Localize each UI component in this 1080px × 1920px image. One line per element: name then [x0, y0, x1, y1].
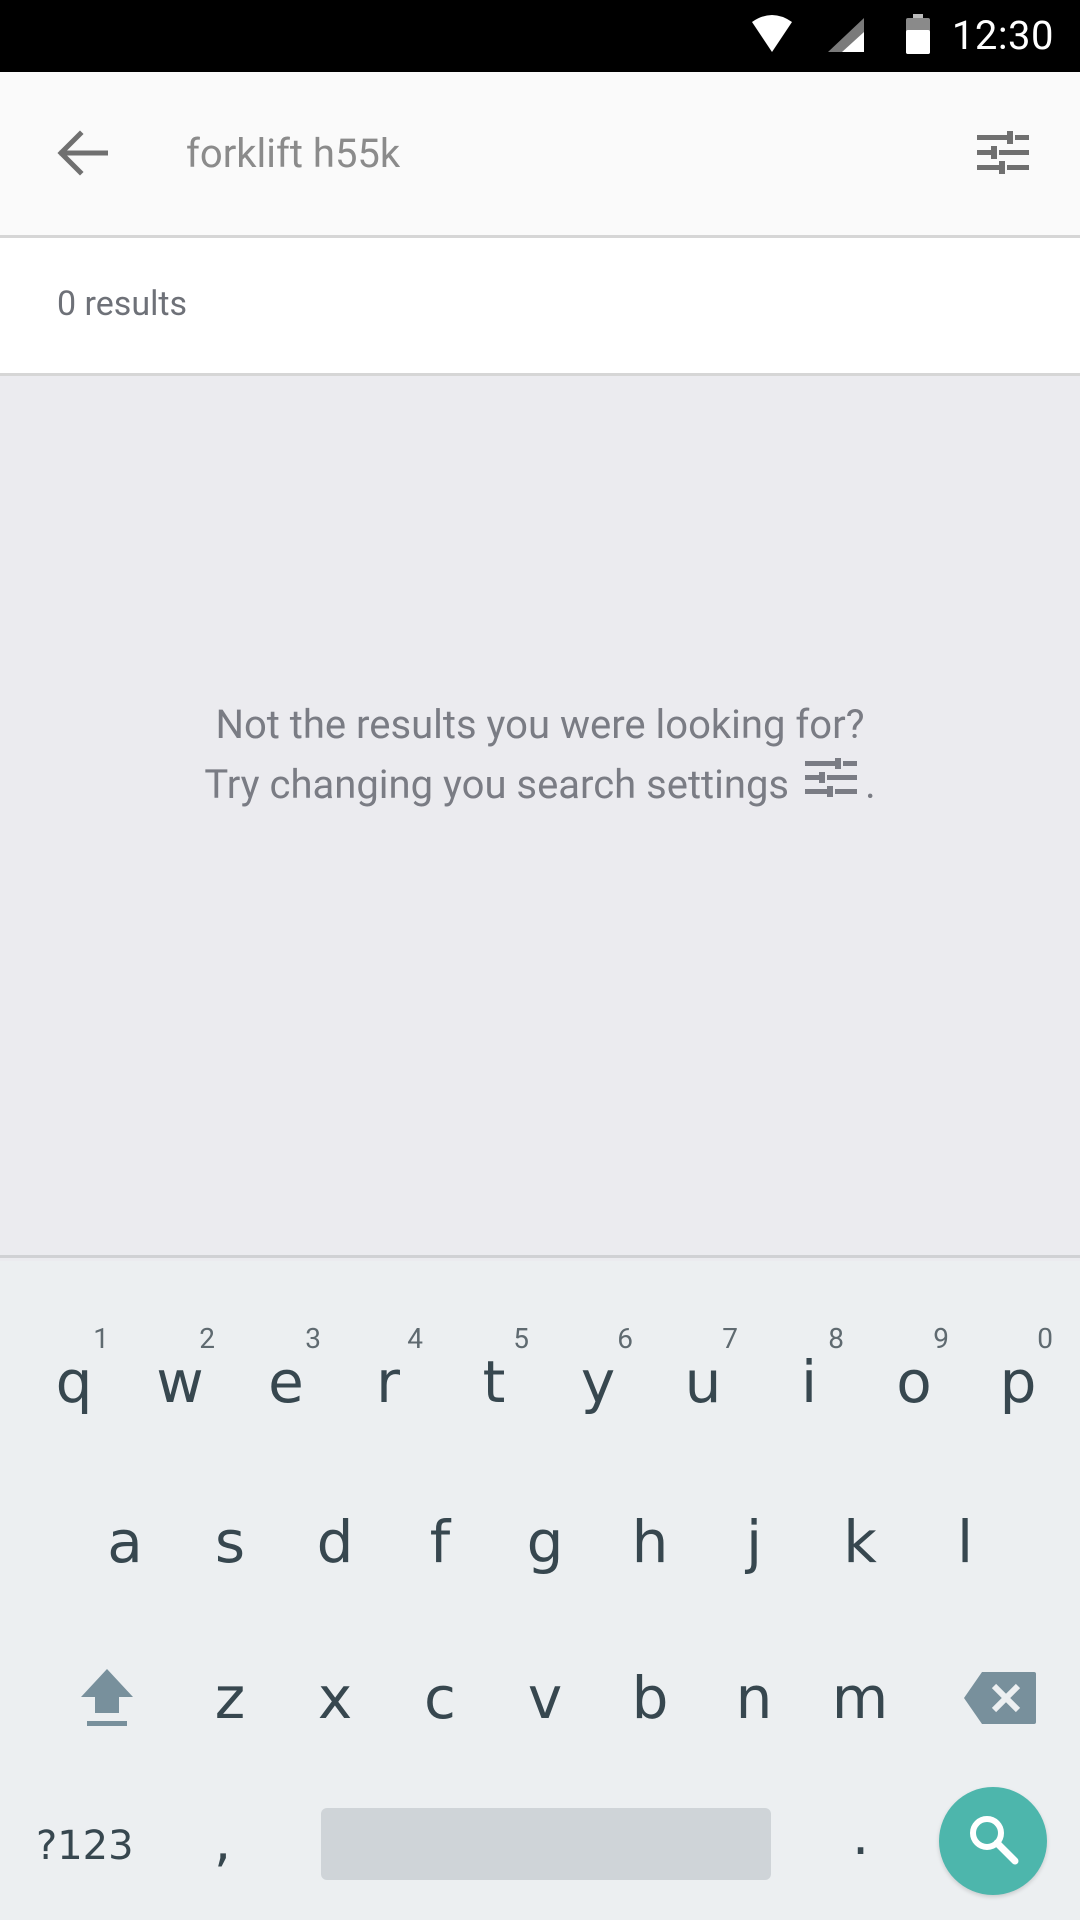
tune-filter-icon [803, 758, 859, 810]
key-letter: v [527, 1664, 563, 1732]
arrow-back-icon [56, 130, 109, 180]
key-j[interactable]: j [701, 1482, 807, 1612]
search-action-key[interactable] [939, 1787, 1047, 1895]
key-p[interactable]: 0p [965, 1312, 1071, 1442]
key-o[interactable]: 9o [861, 1312, 967, 1442]
key-letter: h [631, 1508, 669, 1576]
key-hint: 5 [513, 1322, 529, 1355]
key-l[interactable]: l [912, 1482, 1018, 1612]
key-e[interactable]: 3e [233, 1312, 339, 1442]
empty-state-hint-text: Try changing you search settings [204, 761, 790, 808]
key-letter: j [745, 1508, 763, 1576]
key-letter: l [956, 1508, 974, 1576]
key-x[interactable]: x [282, 1638, 388, 1768]
key-letter: n [735, 1664, 773, 1732]
key-z[interactable]: z [177, 1638, 283, 1768]
key-letter: o [896, 1348, 932, 1416]
filter-settings-button[interactable] [962, 116, 1044, 194]
period-key[interactable]: . [852, 1806, 869, 1866]
key-letter: f [429, 1508, 451, 1576]
key-r[interactable]: 4r [335, 1312, 441, 1442]
backspace-key[interactable] [944, 1660, 1056, 1740]
shift-key[interactable] [55, 1660, 159, 1740]
key-hint: 8 [828, 1322, 844, 1355]
key-letter: z [214, 1664, 246, 1732]
key-f[interactable]: f [387, 1482, 493, 1612]
key-w[interactable]: 2w [127, 1312, 233, 1442]
key-hint: 0 [1037, 1322, 1053, 1355]
search-icon [966, 1812, 1020, 1870]
key-letter: i [800, 1348, 818, 1416]
key-letter: b [631, 1664, 669, 1732]
key-letter: g [526, 1508, 564, 1576]
key-d[interactable]: d [282, 1482, 388, 1612]
key-hint: 3 [305, 1322, 321, 1355]
key-letter: q [55, 1348, 93, 1416]
search-query-text[interactable]: forklift h55k [186, 130, 400, 178]
key-hint: 6 [617, 1322, 633, 1355]
key-t[interactable]: 5t [441, 1312, 547, 1442]
key-letter: x [317, 1664, 353, 1732]
key-g[interactable]: g [492, 1482, 598, 1612]
empty-state: Not the results you were looking for? Tr… [0, 376, 1080, 1258]
key-k[interactable]: k [807, 1482, 913, 1612]
battery-icon [904, 14, 932, 60]
key-letter: k [843, 1508, 877, 1576]
key-i[interactable]: 8i [756, 1312, 862, 1442]
key-hint: 1 [93, 1322, 109, 1355]
key-q[interactable]: 1q [21, 1312, 127, 1442]
key-letter: p [999, 1348, 1037, 1416]
results-count: 0 results [57, 284, 188, 324]
key-a[interactable]: a [72, 1482, 178, 1612]
status-bar: 12:30 [0, 0, 1080, 72]
key-letter: d [316, 1508, 354, 1576]
key-hint: 4 [407, 1322, 423, 1355]
key-letter: e [268, 1348, 304, 1416]
key-hint: 7 [722, 1322, 738, 1355]
key-b[interactable]: b [597, 1638, 703, 1768]
key-letter: r [376, 1348, 400, 1416]
key-letter: m [831, 1664, 889, 1732]
status-time: 12:30 [951, 12, 1054, 59]
search-toolbar: forklift h55k [0, 72, 1080, 238]
key-hint: 9 [933, 1322, 949, 1355]
key-n[interactable]: n [701, 1638, 807, 1768]
empty-state-hint-period: . [865, 761, 876, 808]
key-v[interactable]: v [492, 1638, 598, 1768]
key-letter: y [580, 1348, 616, 1416]
results-bar: 0 results [0, 238, 1080, 376]
empty-state-hint: Try changing you search settings . [0, 758, 1080, 813]
shift-icon [79, 1667, 135, 1733]
cell-signal-icon [826, 16, 866, 58]
key-s[interactable]: s [177, 1482, 283, 1612]
key-m[interactable]: m [807, 1638, 913, 1768]
tune-filter-icon [975, 131, 1031, 179]
key-letter: w [156, 1348, 204, 1416]
key-letter: t [482, 1348, 506, 1416]
comma-key[interactable]: , [214, 1812, 231, 1872]
key-u[interactable]: 7u [650, 1312, 756, 1442]
key-letter: c [424, 1664, 456, 1732]
wifi-icon [750, 14, 794, 58]
key-letter: u [684, 1348, 722, 1416]
space-key[interactable] [321, 1808, 771, 1880]
key-h[interactable]: h [597, 1482, 703, 1612]
key-letter: s [214, 1508, 246, 1576]
backspace-icon [962, 1670, 1038, 1730]
symbols-key[interactable]: ?123 [36, 1822, 134, 1870]
key-y[interactable]: 6y [545, 1312, 651, 1442]
key-letter: a [107, 1508, 143, 1576]
back-button[interactable] [40, 116, 124, 194]
empty-state-title: Not the results you were looking for? [215, 701, 865, 748]
key-c[interactable]: c [387, 1638, 493, 1768]
